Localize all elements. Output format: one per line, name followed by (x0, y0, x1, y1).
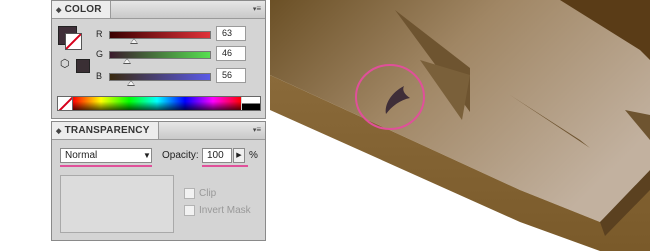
tab-color-label: COLOR (64, 4, 102, 15)
tab-transparency[interactable]: ◆ TRANSPARENCY (52, 122, 159, 139)
invert-mask-checkbox[interactable] (184, 205, 195, 216)
slider-track[interactable] (109, 73, 211, 81)
tab-color[interactable]: ◆ COLOR (52, 1, 111, 18)
slider-label: R (96, 29, 103, 39)
slider-g: G 46 (96, 46, 256, 64)
out-of-gamut-cube-icon[interactable]: ⬡ (60, 58, 72, 70)
black-white-swatch[interactable] (242, 97, 260, 110)
blend-mode-select[interactable]: Normal (60, 148, 152, 163)
color-spectrum[interactable] (57, 96, 261, 111)
mask-thumbnail[interactable] (60, 175, 174, 233)
tab-transparency-label: TRANSPARENCY (64, 125, 150, 136)
slider-knob[interactable] (130, 38, 138, 44)
chevron-down-icon[interactable]: ▼ (140, 148, 154, 163)
stroke-swatch[interactable] (65, 33, 82, 50)
slider-value-input[interactable]: 63 (216, 26, 246, 41)
panel-menu-icon[interactable]: ▾≡ (249, 125, 261, 135)
collapse-icon[interactable]: ◆ (56, 7, 62, 14)
slider-track[interactable] (109, 31, 211, 39)
collapse-icon[interactable]: ◆ (56, 128, 62, 135)
slider-knob[interactable] (123, 58, 131, 64)
slider-b: B 56 (96, 68, 256, 86)
slider-value-input[interactable]: 56 (216, 68, 246, 83)
web-safe-swatch[interactable] (76, 59, 90, 73)
opacity-arrow-icon[interactable]: ▶ (233, 148, 245, 163)
panel-menu-icon[interactable]: ▾≡ (249, 4, 261, 14)
color-panel: ◆ COLOR ▾≡ ⬡ R 63 G 46 B 56 (51, 0, 266, 119)
spectrum-bar[interactable] (73, 97, 241, 110)
opacity-label: Opacity: (162, 150, 199, 161)
transparency-panel: ◆ TRANSPARENCY ▾≡ Normal ▼ Opacity: 100 ▶… (51, 121, 266, 241)
clip-checkbox[interactable] (184, 188, 195, 199)
slider-value-input[interactable]: 46 (216, 46, 246, 61)
invert-mask-label: Invert Mask (199, 205, 251, 216)
wood-plank[interactable] (270, 0, 650, 251)
slider-label: G (96, 49, 104, 59)
clip-label: Clip (199, 188, 217, 199)
blend-mode-value: Normal (65, 150, 98, 161)
color-panel-header: ◆ COLOR ▾≡ (52, 1, 265, 19)
none-color-swatch[interactable] (58, 97, 73, 110)
slider-r: R 63 (96, 26, 256, 44)
opacity-percent-unit: % (249, 150, 258, 161)
transparency-panel-header: ◆ TRANSPARENCY ▾≡ (52, 122, 265, 140)
opacity-input[interactable]: 100 (202, 148, 232, 163)
slider-knob[interactable] (127, 80, 135, 86)
slider-label: B (96, 71, 103, 81)
